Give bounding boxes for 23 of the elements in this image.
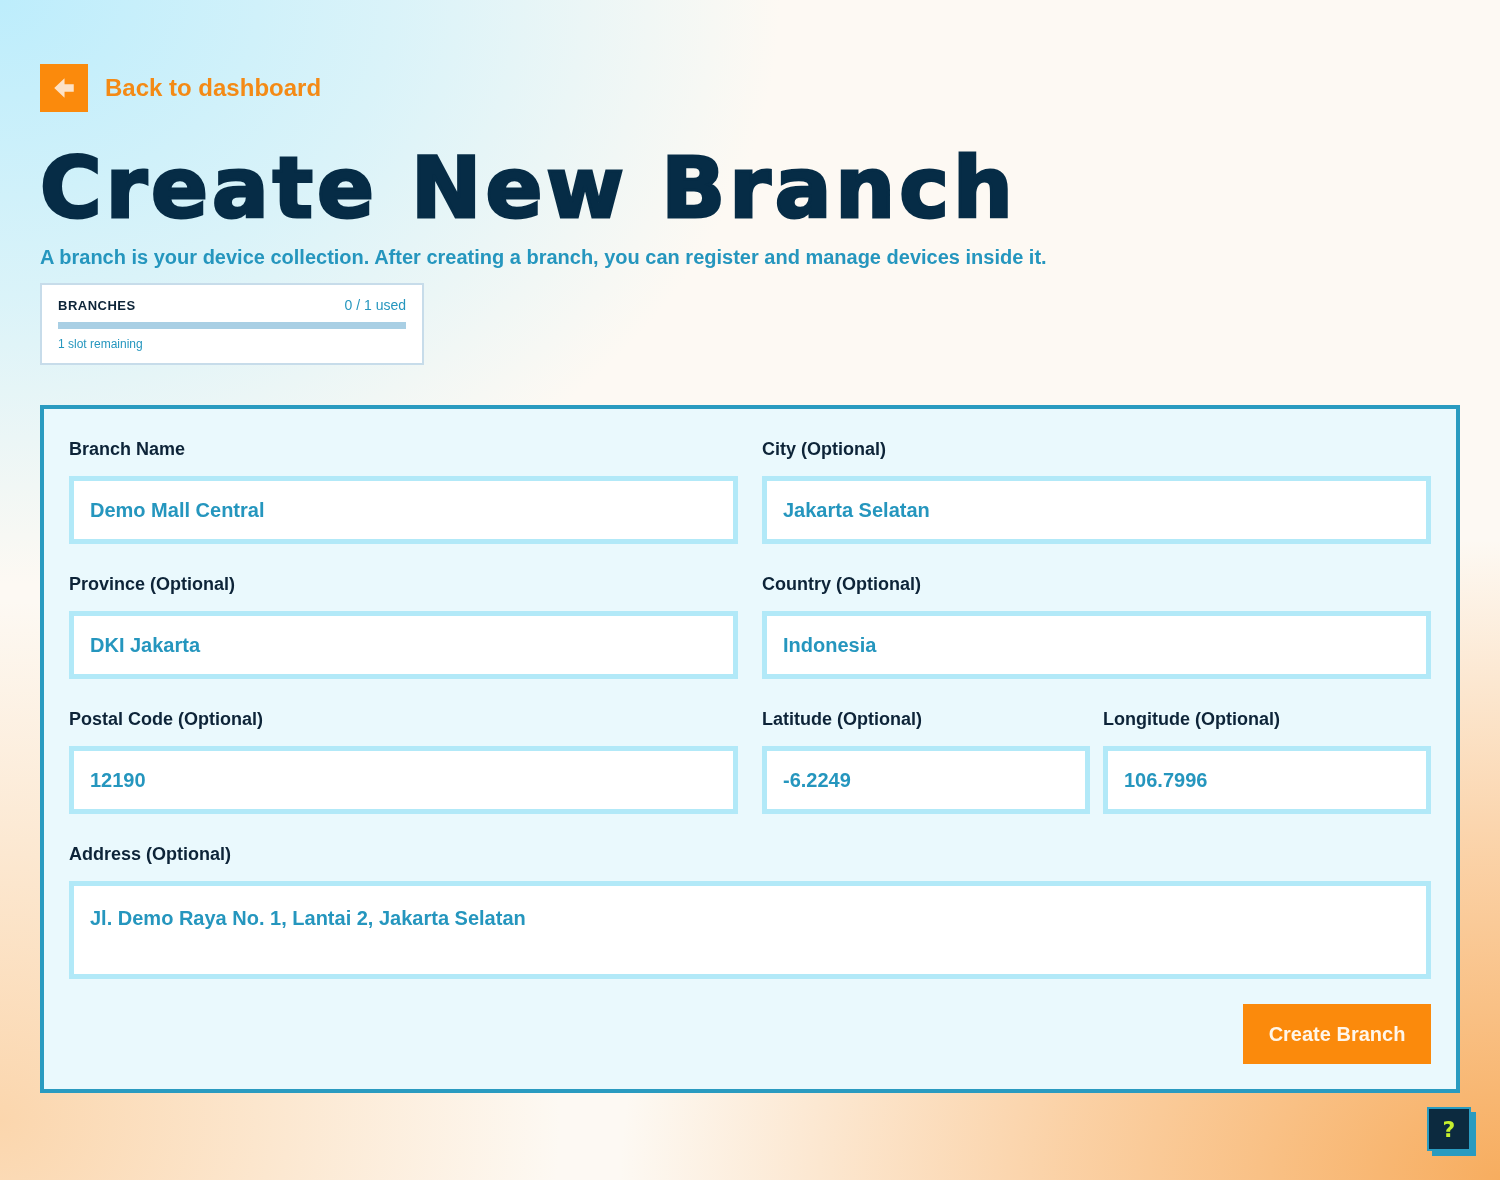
field-label: Latitude (Optional): [762, 709, 922, 730]
usage-label: BRANCHES: [58, 297, 136, 313]
field-label: Longitude (Optional): [1103, 709, 1280, 730]
create-branch-button[interactable]: Create Branch: [1243, 1004, 1431, 1064]
page-description: A branch is your device collection. After creating a branch, you can register and manage devices inside it.: [40, 246, 1047, 269]
input-field[interactable]: Demo Mall Central: [69, 476, 738, 544]
input-field[interactable]: -6.2249: [762, 746, 1090, 814]
usage-note: 1 slot remaining: [58, 337, 144, 351]
input-field[interactable]: Jakarta Selatan: [762, 476, 1431, 544]
field-label: City (Optional): [762, 439, 886, 460]
textarea-field[interactable]: Jl. Demo Raya No. 1, Lantai 2, Jakarta Selatan: [69, 881, 1431, 979]
back-to-dashboard-link[interactable]: Back to dashboard: [105, 74, 322, 102]
input-field[interactable]: 106.7996: [1103, 746, 1431, 814]
input-field[interactable]: Indonesia: [762, 611, 1431, 679]
field-label: Postal Code (Optional): [69, 709, 263, 730]
usage-count: 0 / 1 used: [344, 297, 406, 313]
field-label: Branch Name: [69, 439, 186, 460]
field-label: Address (Optional): [69, 844, 231, 865]
field-label: Province (Optional): [69, 574, 236, 595]
field-label: Country (Optional): [762, 574, 921, 595]
page-title: Create New Branch: [40, 146, 1017, 230]
input-field[interactable]: 12190: [69, 746, 738, 814]
input-field[interactable]: DKI Jakarta: [69, 611, 738, 679]
